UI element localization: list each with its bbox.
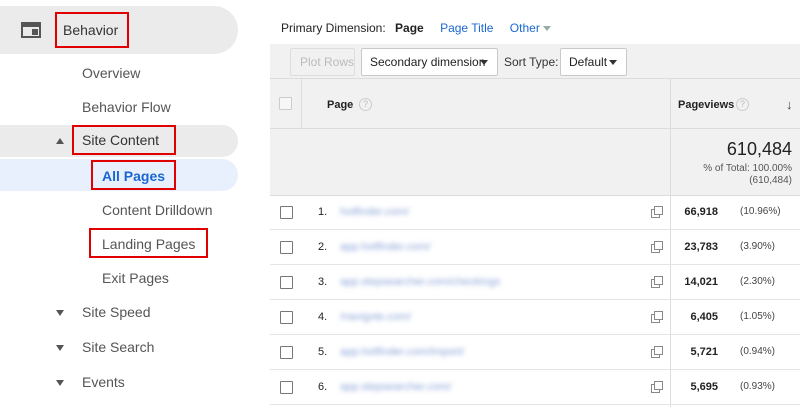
sidebar-item-exit-pages[interactable]: Exit Pages: [102, 270, 169, 286]
row-pageviews: 5,695: [690, 381, 718, 393]
row-percentage: (0.93%): [740, 381, 776, 392]
chevron-down-icon: [609, 60, 617, 65]
expanded-arrow-icon: [56, 138, 64, 144]
row-page-link[interactable]: app.stepsearcher.com/checkings: [340, 276, 500, 288]
table-row: 5. app.hotfinder.com/import/ 5,721 (0.94…: [270, 336, 800, 370]
sort-type-select[interactable]: Default: [560, 48, 627, 76]
primary-dimension-bar: Primary Dimension: Page Page Title Other: [281, 21, 551, 35]
sort-type-value: Default: [569, 55, 608, 69]
collapsed-arrow-icon: [56, 380, 64, 386]
table-toolbar: Plot Rows Secondary dimension Sort Type:…: [270, 44, 800, 78]
table-row: 4. /navigvte.com/ 6,405 (1.05%): [270, 301, 800, 335]
sidebar-header-behavior[interactable]: Behavior: [0, 6, 238, 54]
row-page-link[interactable]: /navigvte.com/: [340, 311, 411, 323]
row-page-link[interactable]: hotfinder.com/: [340, 206, 409, 218]
sort-type-label: Sort Type:: [504, 55, 559, 69]
row-number: 5.: [318, 346, 328, 358]
row-percentage: (0.94%): [740, 346, 776, 357]
row-pageviews: 23,783: [684, 241, 718, 253]
row-checkbox[interactable]: [280, 241, 293, 254]
help-icon[interactable]: ?: [736, 98, 749, 111]
table-header-row: Page ? Pageviews ? ↓: [270, 78, 800, 130]
collapsed-arrow-icon: [56, 345, 64, 351]
row-pageviews: 66,918: [684, 206, 718, 218]
secondary-dimension-select[interactable]: Secondary dimension: [361, 48, 498, 76]
sidebar-item-content-drilldown[interactable]: Content Drilldown: [102, 202, 213, 218]
external-link-icon[interactable]: [651, 276, 663, 288]
row-checkbox[interactable]: [280, 206, 293, 219]
column-header-pageviews[interactable]: Pageviews: [678, 99, 734, 111]
sidebar-item-site-speed[interactable]: Site Speed: [82, 304, 151, 320]
row-checkbox[interactable]: [280, 311, 293, 324]
help-icon[interactable]: ?: [359, 98, 372, 111]
row-percentage: (1.05%): [740, 311, 776, 322]
secondary-dimension-label: Secondary dimension: [370, 55, 486, 69]
total-abs-line: (610,484): [749, 175, 792, 186]
external-link-icon[interactable]: [651, 241, 663, 253]
row-number: 4.: [318, 311, 328, 323]
external-link-icon[interactable]: [651, 311, 663, 323]
primary-dimension-other-label: Other: [509, 21, 540, 35]
row-percentage: (3.90%): [740, 241, 776, 252]
sidebar-item-events[interactable]: Events: [82, 374, 125, 390]
total-percentage: % of Total: 100.00% (610,484): [703, 163, 792, 187]
row-number: 6.: [318, 381, 328, 393]
primary-dimension-label: Primary Dimension:: [281, 21, 386, 35]
totals-row: 610,484 % of Total: 100.00% (610,484): [270, 129, 800, 196]
collapsed-arrow-icon: [56, 310, 64, 316]
column-header-page[interactable]: Page: [327, 99, 353, 111]
plot-rows-button[interactable]: Plot Rows: [290, 48, 355, 76]
row-pageviews: 5,721: [690, 346, 718, 358]
external-link-icon[interactable]: [651, 346, 663, 358]
sidebar-item-site-search[interactable]: Site Search: [82, 339, 154, 355]
row-pageviews: 6,405: [690, 311, 718, 323]
sidebar-item-behavior-flow[interactable]: Behavior Flow: [82, 99, 171, 115]
table-row: 1. hotfinder.com/ 66,918 (10.96%): [270, 196, 800, 230]
select-all-checkbox[interactable]: [279, 97, 292, 110]
external-link-icon[interactable]: [651, 206, 663, 218]
primary-dimension-page[interactable]: Page: [395, 21, 424, 35]
row-checkbox[interactable]: [280, 381, 293, 394]
row-checkbox[interactable]: [280, 276, 293, 289]
chevron-down-icon: [480, 60, 488, 65]
report-main: Primary Dimension: Page Page Title Other…: [270, 0, 800, 407]
sidebar-header-label: Behavior: [55, 12, 129, 48]
data-table: Page ? Pageviews ? ↓ 610,484 % of Total:…: [270, 78, 800, 407]
row-pageviews: 14,021: [684, 276, 718, 288]
sidebar-section-label: Site Content: [72, 125, 176, 155]
table-row: 2. app.hotfinder.com/ 23,783 (3.90%): [270, 231, 800, 265]
primary-dimension-other[interactable]: Other: [510, 21, 551, 35]
external-link-icon[interactable]: [651, 381, 663, 393]
row-page-link[interactable]: app.stepsearcher.com/: [340, 381, 451, 393]
table-row: 6. app.stepsearcher.com/ 5,695 (0.93%): [270, 371, 800, 405]
row-page-link[interactable]: app.hotfinder.com/: [340, 241, 431, 253]
sidebar-section-site-content[interactable]: Site Content: [0, 125, 238, 157]
table-row: 3. app.stepsearcher.com/checkings 14,021…: [270, 266, 800, 300]
row-number: 2.: [318, 241, 328, 253]
row-percentage: (10.96%): [740, 206, 781, 217]
row-number: 1.: [318, 206, 328, 218]
chevron-down-icon: [542, 26, 551, 32]
row-checkbox[interactable]: [280, 346, 293, 359]
total-pct-line: % of Total: 100.00%: [703, 163, 792, 174]
sidebar-item-overview[interactable]: Overview: [82, 65, 140, 81]
row-number: 3.: [318, 276, 328, 288]
sidebar-item-all-pages[interactable]: All Pages: [102, 168, 165, 184]
sidebar-item-landing-pages[interactable]: Landing Pages: [102, 236, 195, 252]
row-page-link[interactable]: app.hotfinder.com/import/: [340, 346, 464, 358]
primary-dimension-page-title[interactable]: Page Title: [440, 21, 493, 35]
column-divider: [301, 79, 302, 130]
sort-descending-icon[interactable]: ↓: [786, 97, 793, 112]
row-percentage: (2.30%): [740, 276, 776, 287]
total-pageviews: 610,484: [726, 139, 792, 159]
sidebar: Behavior Overview Behavior Flow Site Con…: [0, 0, 270, 407]
behavior-window-icon: [21, 22, 41, 38]
